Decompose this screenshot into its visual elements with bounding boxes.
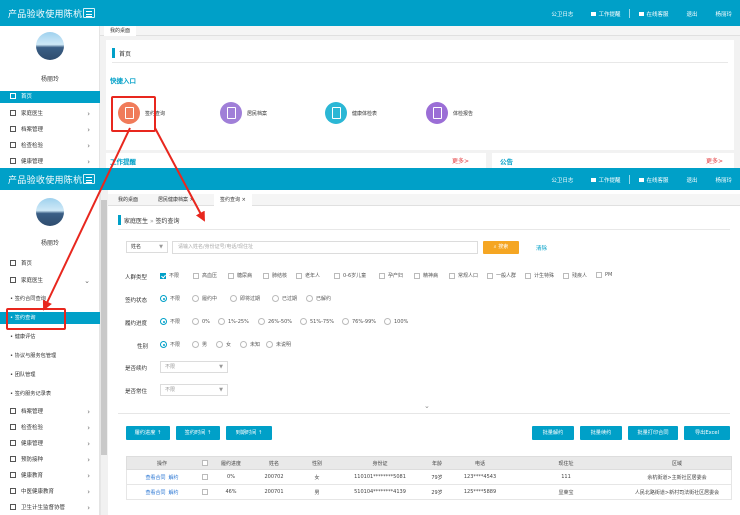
annotation-arrows [42,127,205,311]
annotation-arrow-to-breadcrumb [154,127,205,222]
annotation-arrow-to-submenu [42,127,131,311]
